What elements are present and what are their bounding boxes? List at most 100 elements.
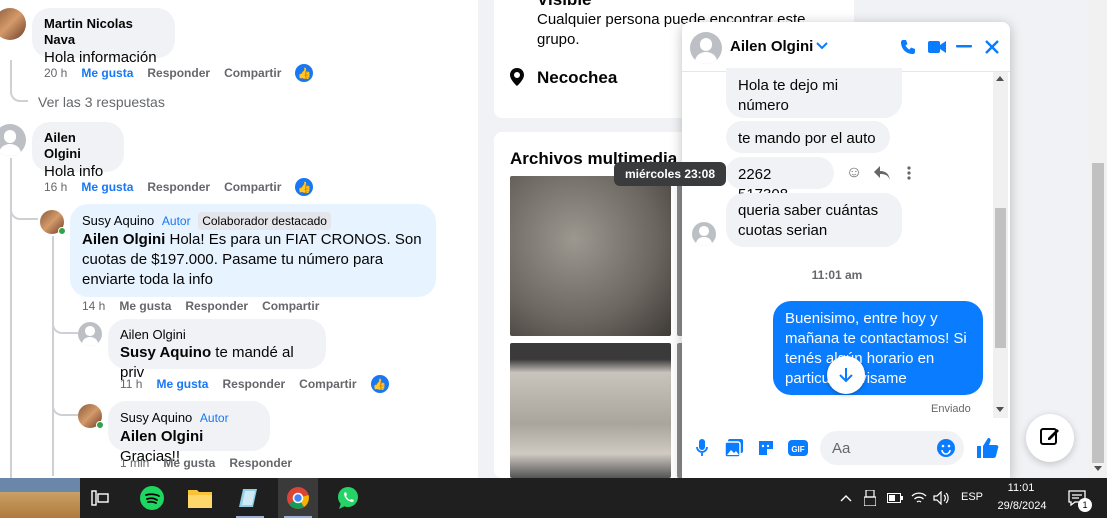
outgoing-message[interactable]: Buenisimo, entre hoy y mañana te contact… xyxy=(773,301,983,395)
clock-time[interactable]: 11:01 xyxy=(996,482,1046,494)
page-scrollbar[interactable] xyxy=(1089,0,1107,478)
reply-button[interactable]: Responder xyxy=(147,180,210,194)
comment-actions: 11 h Me gusta Responder Compartir 👍 xyxy=(120,375,389,393)
chevron-up-icon[interactable] xyxy=(836,478,856,518)
wifi-icon[interactable] xyxy=(908,478,930,518)
chat-window: Ailen Olgini Hola te dejo mi número te m… xyxy=(682,22,1010,478)
media-thumbnail[interactable] xyxy=(510,176,671,336)
reply-button[interactable]: Responder xyxy=(222,377,285,391)
task-view-icon[interactable] xyxy=(80,478,120,518)
scroll-down-icon[interactable] xyxy=(827,356,865,394)
share-button[interactable]: Compartir xyxy=(224,66,281,80)
thumbs-up-send-icon[interactable] xyxy=(976,436,1000,460)
incoming-message[interactable]: te mando por el auto xyxy=(726,121,890,153)
chrome-icon[interactable] xyxy=(278,478,318,518)
reply-icon[interactable] xyxy=(872,163,892,183)
comment-author[interactable]: Ailen Olgini xyxy=(44,130,112,162)
contact-name[interactable]: Ailen Olgini xyxy=(730,38,813,55)
like-button[interactable]: Me gusta xyxy=(156,377,208,391)
avatar[interactable] xyxy=(0,124,26,156)
gif-icon[interactable]: GIF xyxy=(788,438,808,458)
minimize-icon[interactable] xyxy=(954,37,974,57)
file-explorer-icon[interactable] xyxy=(180,478,220,518)
author-badge: Autor xyxy=(199,411,229,425)
thread-line xyxy=(52,394,78,416)
taskbar: ESP 11:01 29/8/2024 1 xyxy=(0,478,1107,518)
message-input-placeholder: Aa xyxy=(832,440,851,457)
message-input[interactable]: Aa xyxy=(820,431,964,465)
microphone-icon[interactable] xyxy=(694,438,710,458)
notes-app-icon[interactable] xyxy=(230,478,270,518)
notification-badge: 1 xyxy=(1078,498,1092,512)
like-button[interactable]: Me gusta xyxy=(163,456,215,470)
comment-time[interactable]: 16 h xyxy=(44,180,67,194)
mention-link[interactable]: Ailen Olgini xyxy=(120,428,203,445)
page-scrollbar-thumb[interactable] xyxy=(1092,163,1104,463)
contact-avatar[interactable] xyxy=(692,222,716,246)
like-reaction-icon[interactable]: 👍 xyxy=(295,64,314,82)
comment-time[interactable]: 1 min xyxy=(120,456,149,470)
incoming-message[interactable]: Hola te dejo mi número xyxy=(726,68,902,118)
scroll-up-arrow-icon[interactable] xyxy=(996,76,1004,81)
message-status: Enviado xyxy=(931,403,971,415)
chat-scrollbar-thumb[interactable] xyxy=(995,208,1006,348)
comment-bubble: Susy Aquino Autor Ailen Olgini Gracias!! xyxy=(108,401,270,465)
mention-link[interactable]: Susy Aquino xyxy=(120,344,211,361)
mention-link[interactable]: Ailen Olgini xyxy=(82,231,165,248)
battery-icon[interactable] xyxy=(884,478,906,518)
wallpaper-widget[interactable] xyxy=(0,478,80,518)
location-text[interactable]: Necochea xyxy=(537,68,617,88)
clock-date[interactable]: 29/8/2024 xyxy=(992,500,1052,512)
share-button[interactable]: Compartir xyxy=(224,180,281,194)
comment-author[interactable]: Martin Nicolas Nava xyxy=(44,16,163,48)
view-replies-link[interactable]: Ver las 3 respuestas xyxy=(38,94,165,110)
whatsapp-icon[interactable] xyxy=(328,478,368,518)
contact-avatar[interactable] xyxy=(690,32,722,64)
comment-bubble: Susy Aquino Autor Colaborador destacado … xyxy=(70,204,436,297)
media-thumbnail[interactable] xyxy=(510,343,671,478)
notification-icon[interactable]: 1 xyxy=(1060,478,1094,518)
comment-actions: 16 h Me gusta Responder Compartir 👍 xyxy=(44,178,314,196)
comment-author[interactable]: Ailen Olgini xyxy=(120,327,314,343)
comment-time[interactable]: 20 h xyxy=(44,66,67,80)
scroll-down-arrow-icon[interactable] xyxy=(996,407,1004,412)
video-call-icon[interactable] xyxy=(926,37,948,57)
compose-icon xyxy=(1040,426,1060,451)
volume-icon[interactable] xyxy=(930,478,952,518)
share-button[interactable]: Compartir xyxy=(262,299,319,313)
new-message-button[interactable] xyxy=(1026,414,1074,462)
comment-actions: 20 h Me gusta Responder Compartir 👍 xyxy=(44,64,314,82)
comment-author[interactable]: Susy Aquino xyxy=(82,213,154,228)
like-button[interactable]: Me gusta xyxy=(119,299,171,313)
like-reaction-icon[interactable]: 👍 xyxy=(370,375,389,393)
comment-time[interactable]: 11 h xyxy=(120,377,142,391)
spotify-icon[interactable] xyxy=(132,478,172,518)
comments-panel: Martin Nicolas Nava Hola información 20 … xyxy=(0,0,478,478)
usb-icon[interactable] xyxy=(860,478,880,518)
chevron-down-icon[interactable] xyxy=(814,38,830,54)
react-icon[interactable]: ☺ xyxy=(844,163,864,183)
scroll-down-arrow-icon[interactable] xyxy=(1094,466,1102,471)
online-status-dot xyxy=(96,421,104,429)
image-icon[interactable] xyxy=(724,438,744,458)
phone-icon[interactable] xyxy=(898,37,918,57)
share-button[interactable]: Compartir xyxy=(299,377,356,391)
like-button[interactable]: Me gusta xyxy=(81,180,133,194)
language-indicator[interactable]: ESP xyxy=(961,491,983,503)
incoming-message[interactable]: queria saber cuántas cuotas serian xyxy=(726,193,902,247)
avatar[interactable] xyxy=(0,8,26,40)
like-reaction-icon[interactable]: 👍 xyxy=(295,178,314,196)
more-options-icon[interactable] xyxy=(902,163,916,183)
like-button[interactable]: Me gusta xyxy=(81,66,133,80)
comment-time[interactable]: 14 h xyxy=(82,299,105,313)
comment-bubble: Ailen Olgini Hola info xyxy=(32,122,124,180)
sticker-icon[interactable] xyxy=(756,438,776,458)
incoming-message[interactable]: 2262 517308 xyxy=(726,157,834,203)
reply-button[interactable]: Responder xyxy=(185,299,248,313)
reply-button[interactable]: Responder xyxy=(147,66,210,80)
comment-author[interactable]: Susy Aquino xyxy=(120,410,192,425)
reply-button[interactable]: Responder xyxy=(229,456,292,470)
avatar[interactable] xyxy=(78,322,102,346)
close-icon[interactable] xyxy=(982,37,1002,57)
emoji-icon[interactable] xyxy=(936,438,956,458)
